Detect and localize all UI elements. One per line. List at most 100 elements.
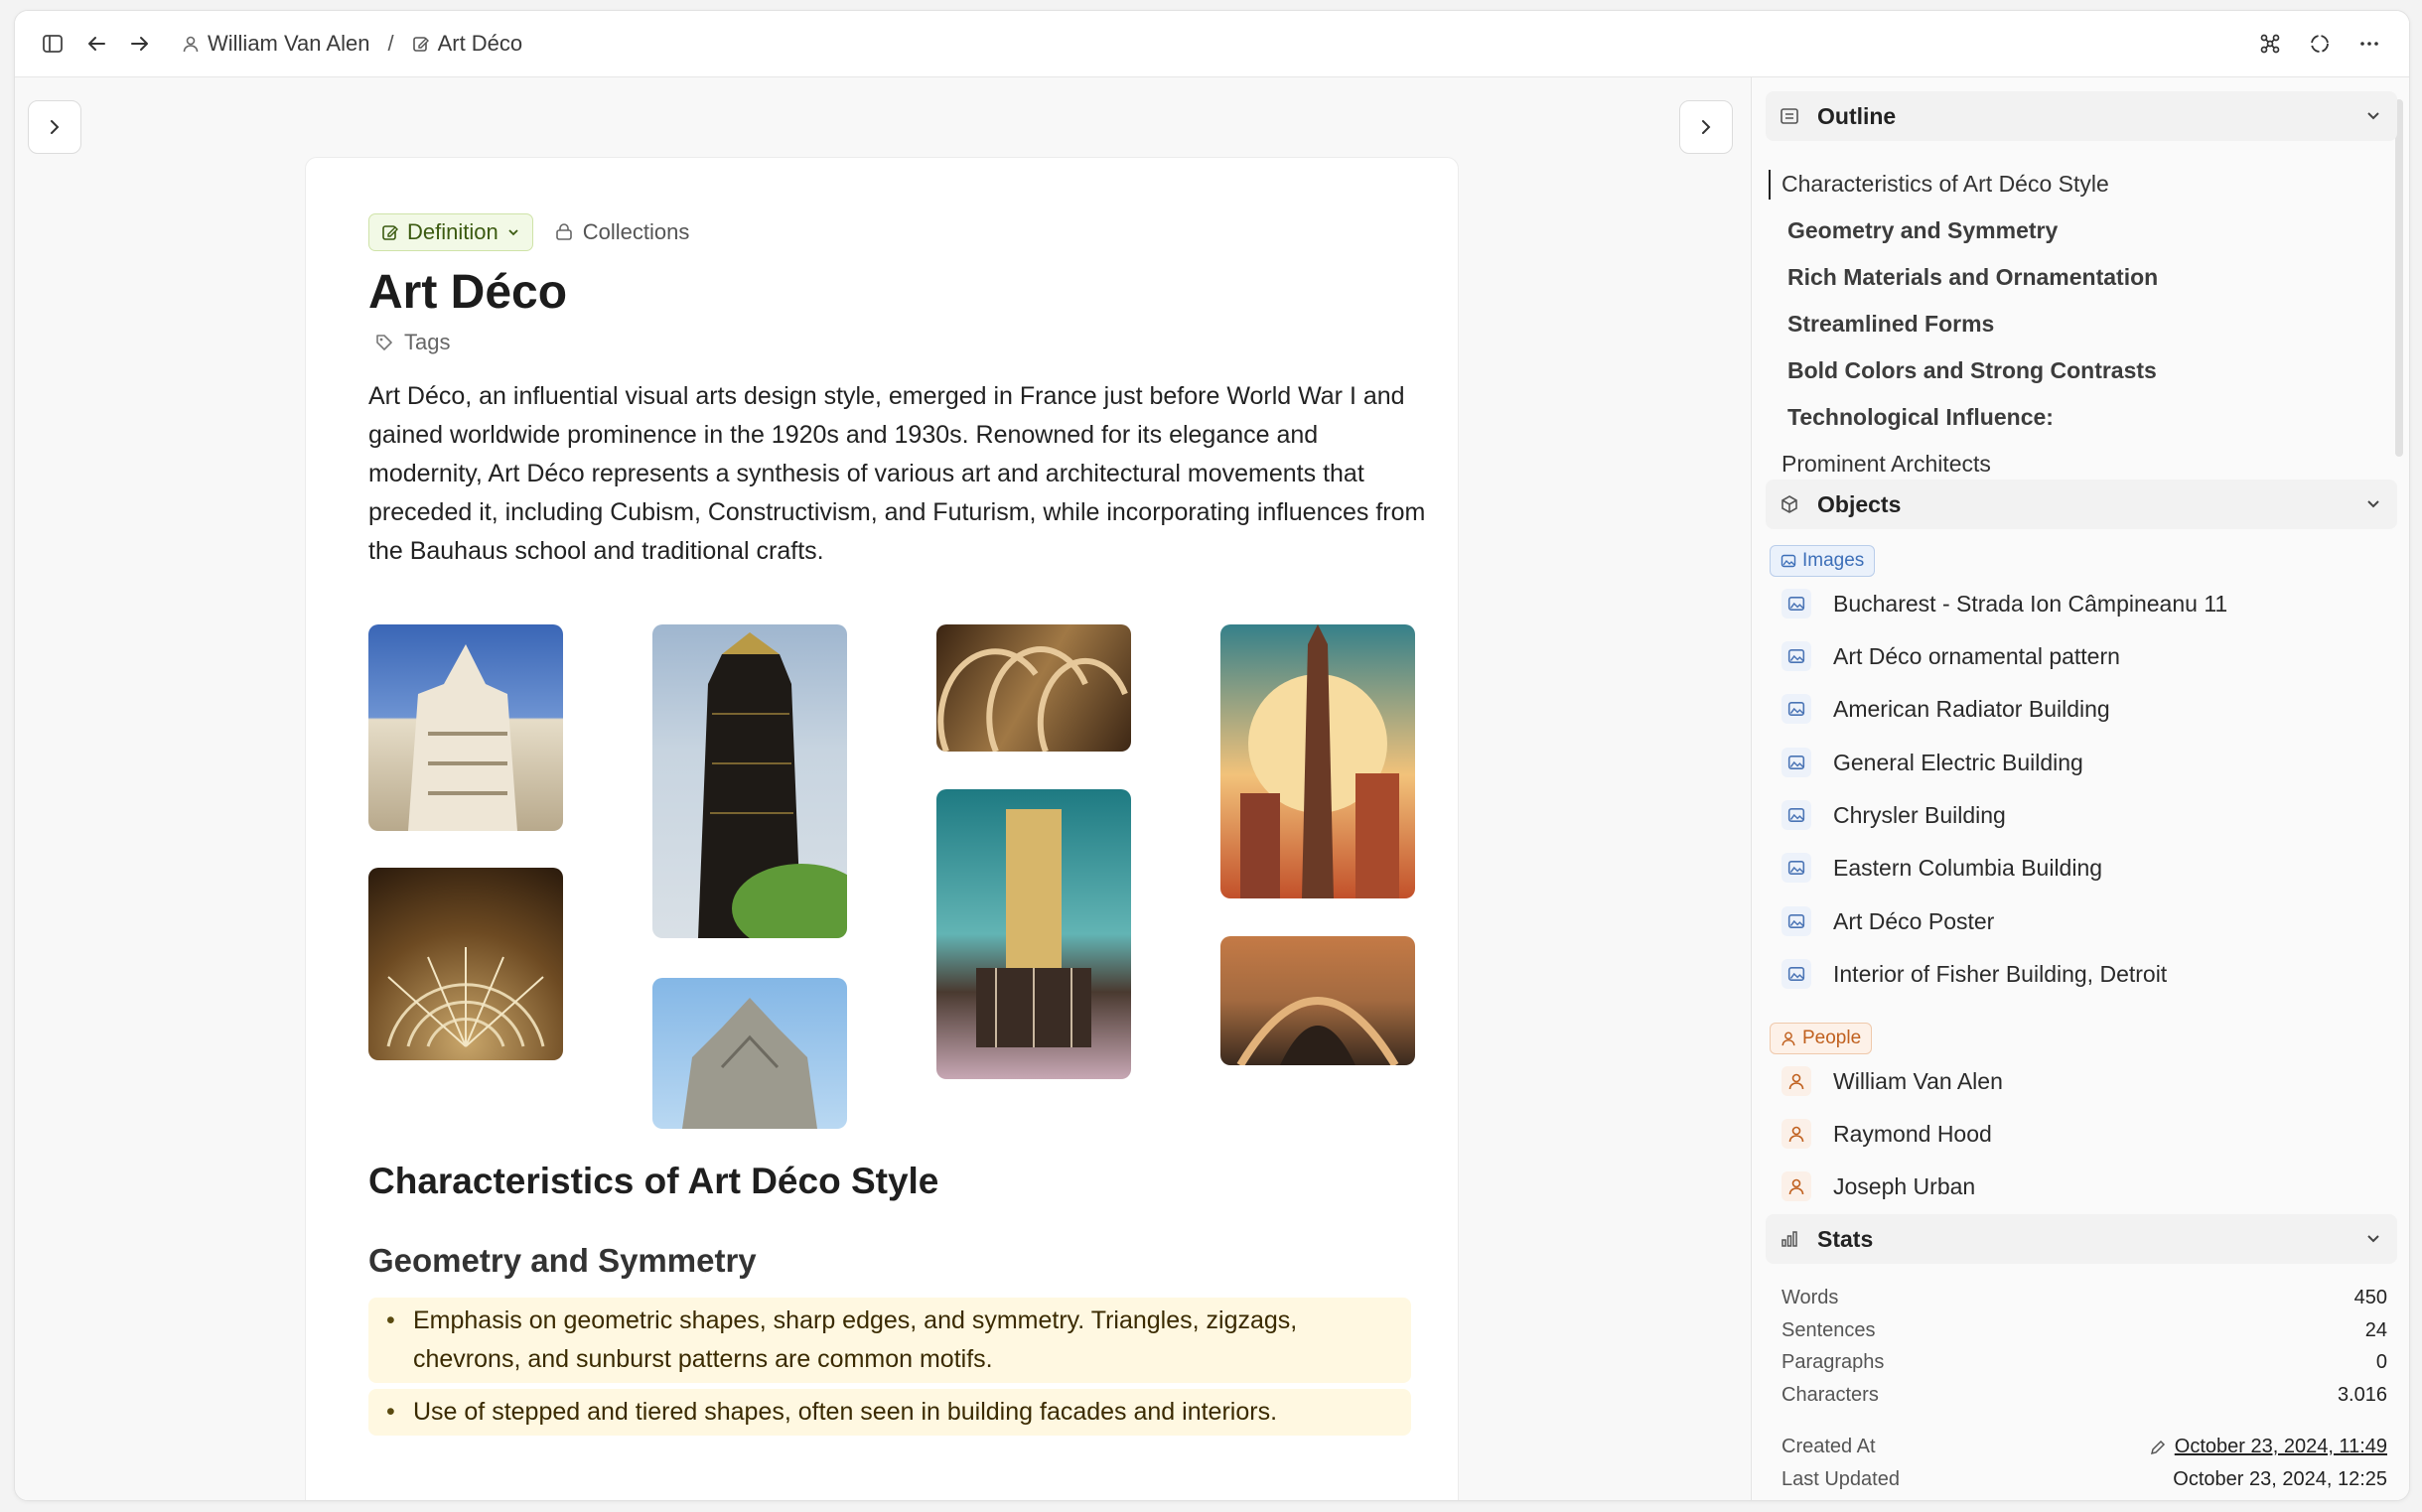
object-label: Eastern Columbia Building <box>1833 854 2103 881</box>
type-dropdown[interactable]: Definition <box>368 213 533 251</box>
stat-label: Sentences <box>1781 1319 1876 1341</box>
chevron-right-icon <box>1702 120 1711 134</box>
arrow-left-icon <box>88 37 105 51</box>
building-image <box>408 644 517 831</box>
fan-pattern-image <box>386 947 545 1047</box>
collapse-right-panel-button[interactable] <box>1679 100 1733 154</box>
chevron-down-icon <box>508 229 518 236</box>
object-item[interactable]: Eastern Columbia Building <box>1781 853 2102 883</box>
stat-label: Paragraphs <box>1781 1351 1885 1373</box>
bullet-item[interactable]: Emphasis on geometric shapes, sharp edge… <box>368 1298 1411 1383</box>
images-badge[interactable]: Images <box>1770 545 1876 577</box>
image-icon <box>1781 906 1811 936</box>
objects-section-header[interactable]: Objects <box>1766 480 2397 529</box>
gallery-image-radiator[interactable] <box>652 624 847 938</box>
gallery-image-chrysler[interactable] <box>936 624 1131 752</box>
gallery-image-bucharest[interactable] <box>368 624 563 831</box>
stat-value: 24 <box>2364 1319 2387 1341</box>
panel-scrollbar[interactable] <box>2395 99 2403 457</box>
person-icon <box>1781 1171 1811 1201</box>
edit-note-icon <box>412 37 429 52</box>
object-item[interactable]: Art Déco Poster <box>1781 906 1994 936</box>
outline-item[interactable]: Streamlined Forms <box>1787 311 1994 338</box>
people-badge[interactable]: People <box>1770 1023 1873 1054</box>
tower-image <box>698 632 847 938</box>
section-heading[interactable]: Characteristics of Art Déco Style <box>368 1161 938 1202</box>
facade-image <box>976 809 1091 1047</box>
image-icon <box>1781 853 1811 883</box>
created-date-field[interactable]: October 23, 2024, 11:49 <box>2149 1436 2387 1458</box>
image-icon <box>1781 800 1811 830</box>
object-item[interactable]: Chrysler Building <box>1781 800 2006 830</box>
interior-image <box>1236 997 1399 1065</box>
objects-title: Objects <box>1817 490 1902 517</box>
edit-note-icon <box>382 225 398 240</box>
stat-value: 0 <box>2375 1351 2387 1373</box>
outline-item[interactable]: Characteristics of Art Déco Style <box>1781 171 2109 198</box>
tags-button[interactable]: Tags <box>374 330 1414 355</box>
tag-icon <box>376 335 392 350</box>
stat-sentences: Sentences 24 <box>1781 1319 2387 1342</box>
images-badge-label: Images <box>1802 550 1865 571</box>
object-item[interactable]: Bucharest - Strada Ion Câmpineanu 11 <box>1781 589 2227 619</box>
stat-label: Words <box>1781 1287 1839 1308</box>
intro-paragraph[interactable]: Art Déco, an influential visual arts des… <box>368 377 1431 571</box>
person-label: William Van Alen <box>1833 1067 2003 1094</box>
outline-item[interactable]: Rich Materials and Ornamentation <box>1787 264 2158 291</box>
document-meta-row: Definition Collections <box>368 213 1414 251</box>
expand-left-panel-button[interactable] <box>28 100 81 154</box>
person-item[interactable]: William Van Alen <box>1781 1066 2003 1096</box>
graph-button[interactable] <box>2250 24 2290 64</box>
lock-icon <box>555 223 572 240</box>
sidebar-icon <box>43 35 63 53</box>
object-item[interactable]: General Electric Building <box>1781 748 2083 777</box>
person-icon <box>1781 1066 1811 1096</box>
outline-item[interactable]: Prominent Architects <box>1781 451 1991 478</box>
stat-label: Characters <box>1781 1384 1879 1406</box>
forward-button[interactable] <box>120 24 160 64</box>
subsection-heading[interactable]: Geometry and Symmetry <box>368 1242 757 1280</box>
image-icon <box>1781 641 1811 671</box>
outline-section-header[interactable]: Outline <box>1766 91 2397 141</box>
object-label: American Radiator Building <box>1833 695 2110 722</box>
object-item[interactable]: American Radiator Building <box>1781 694 2110 724</box>
person-item[interactable]: Raymond Hood <box>1781 1119 1992 1149</box>
chevron-right-icon <box>51 120 60 134</box>
gallery-image-fisher-building[interactable] <box>1220 936 1415 1065</box>
nav-controls: William Van Alen / Art Déco <box>33 24 522 64</box>
breadcrumb-page[interactable]: Art Déco <box>438 31 523 57</box>
stat-value: 450 <box>2353 1287 2387 1308</box>
stat-created-at: Created At October 23, 2024, 11:49 <box>1781 1436 2387 1458</box>
gallery-image-poster[interactable] <box>1220 624 1415 898</box>
outline-item[interactable]: Geometry and Symmetry <box>1787 217 2058 244</box>
image-gallery <box>368 624 1415 1161</box>
chevron-down-icon <box>2363 105 2383 132</box>
breadcrumb-user-link[interactable]: William Van Alen <box>208 31 369 57</box>
sidebar-toggle-button[interactable] <box>33 24 72 64</box>
toolbar-actions <box>2250 24 2389 64</box>
chevron-down-icon <box>2363 1228 2383 1255</box>
editor-area: Definition Collections Art Déco Tags Art… <box>15 77 1750 1500</box>
graph-icon <box>2260 34 2280 54</box>
back-button[interactable] <box>76 24 116 64</box>
collections-button[interactable]: Collections <box>555 219 689 245</box>
pencil-icon <box>2150 1440 2165 1454</box>
image-icon <box>1781 959 1811 989</box>
more-button[interactable] <box>2350 24 2389 64</box>
object-item[interactable]: Interior of Fisher Building, Detroit <box>1781 959 2167 989</box>
bullet-item[interactable]: Use of stepped and tiered shapes, often … <box>368 1389 1411 1436</box>
stat-words: Words 450 <box>1781 1287 2387 1309</box>
page-title[interactable]: Art Déco <box>368 265 1414 320</box>
outline-item[interactable]: Technological Influence: <box>1787 404 2054 431</box>
image-icon <box>1781 694 1811 724</box>
sync-button[interactable] <box>2300 24 2340 64</box>
stats-section-header[interactable]: Stats <box>1766 1214 2397 1264</box>
object-item[interactable]: Art Déco ornamental pattern <box>1781 641 2120 671</box>
type-label: Definition <box>407 219 499 244</box>
gallery-image-ornament[interactable] <box>368 868 563 1060</box>
object-label: Chrysler Building <box>1833 801 2006 828</box>
outline-item[interactable]: Bold Colors and Strong Contrasts <box>1787 357 2157 384</box>
gallery-image-general-electric[interactable] <box>652 978 847 1129</box>
person-item[interactable]: Joseph Urban <box>1781 1171 1975 1201</box>
gallery-image-eastern-columbia[interactable] <box>936 789 1131 1079</box>
